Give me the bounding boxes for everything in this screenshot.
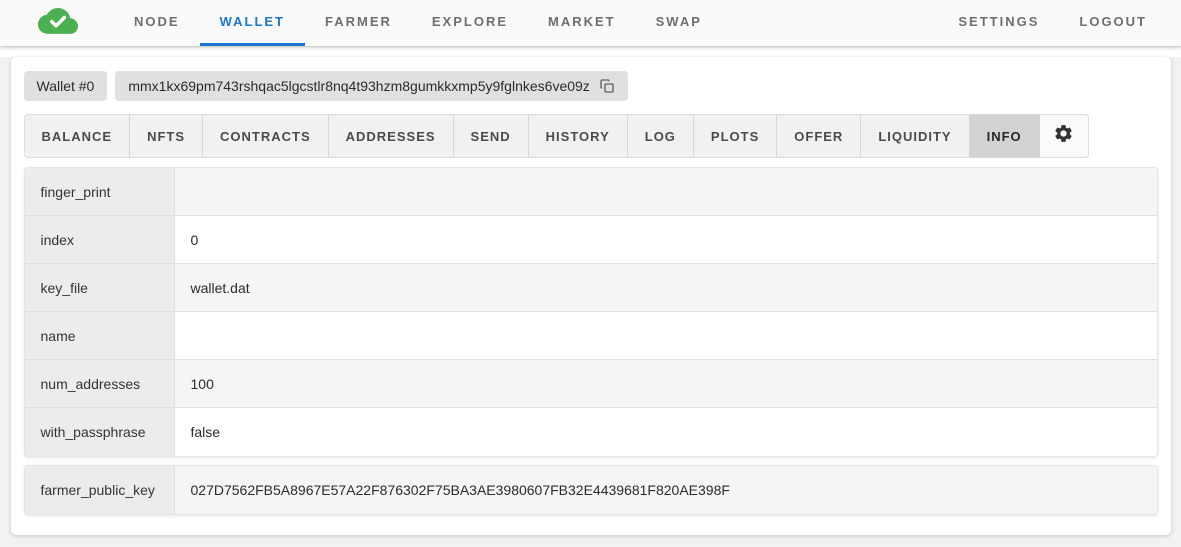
wallet-header: Wallet #0 mmx1kx69pm743rshqac5lgcstlr8nq… bbox=[24, 71, 1158, 101]
wallet-address-chip[interactable]: mmx1kx69pm743rshqac5lgcstlr8nq4t93hzm8gu… bbox=[115, 71, 627, 101]
main-nav: NODE WALLET FARMER EXPLORE MARKET SWAP bbox=[114, 0, 722, 46]
tab-history[interactable]: HISTORY bbox=[529, 115, 628, 157]
tab-balance[interactable]: BALANCE bbox=[25, 115, 131, 157]
tab-liquidity[interactable]: LIQUIDITY bbox=[861, 115, 969, 157]
row-key: key_file bbox=[25, 264, 175, 311]
nav-item-settings[interactable]: SETTINGS bbox=[938, 0, 1059, 46]
content-copy-icon[interactable] bbox=[599, 78, 615, 94]
row-value: 0 bbox=[175, 216, 1157, 263]
tab-send[interactable]: SEND bbox=[454, 115, 529, 157]
wallet-info-table: finger_print index 0 key_file wallet.dat… bbox=[24, 167, 1158, 457]
table-row: name bbox=[25, 312, 1157, 360]
right-nav: SETTINGS LOGOUT bbox=[938, 0, 1181, 46]
table-row: finger_print bbox=[25, 168, 1157, 216]
app-logo[interactable] bbox=[38, 0, 78, 46]
tab-nfts[interactable]: NFTS bbox=[130, 115, 203, 157]
wallet-card: Wallet #0 mmx1kx69pm743rshqac5lgcstlr8nq… bbox=[11, 57, 1171, 535]
table-row: key_file wallet.dat bbox=[25, 264, 1157, 312]
row-value: 027D7562FB5A8967E57A22F876302F75BA3AE398… bbox=[175, 466, 1157, 514]
settings-gear-button[interactable] bbox=[1040, 115, 1088, 157]
row-key: num_addresses bbox=[25, 360, 175, 407]
app-bar: NODE WALLET FARMER EXPLORE MARKET SWAP S… bbox=[0, 0, 1181, 46]
row-value bbox=[175, 312, 1157, 359]
nav-item-swap[interactable]: SWAP bbox=[636, 0, 722, 46]
nav-item-farmer[interactable]: FARMER bbox=[305, 0, 412, 46]
nav-item-wallet[interactable]: WALLET bbox=[200, 0, 305, 46]
nav-item-logout[interactable]: LOGOUT bbox=[1059, 0, 1167, 46]
wallet-number-chip[interactable]: Wallet #0 bbox=[24, 71, 108, 101]
row-value: wallet.dat bbox=[175, 264, 1157, 311]
row-key: finger_print bbox=[25, 168, 175, 215]
nav-item-market[interactable]: MARKET bbox=[528, 0, 636, 46]
row-key: index bbox=[25, 216, 175, 263]
tab-info[interactable]: INFO bbox=[970, 115, 1040, 157]
nav-item-node[interactable]: NODE bbox=[114, 0, 200, 46]
tab-log[interactable]: LOG bbox=[628, 115, 694, 157]
wallet-address: mmx1kx69pm743rshqac5lgcstlr8nq4t93hzm8gu… bbox=[128, 78, 589, 94]
table-row: index 0 bbox=[25, 216, 1157, 264]
nav-item-explore[interactable]: EXPLORE bbox=[412, 0, 528, 46]
page-content: Wallet #0 mmx1kx69pm743rshqac5lgcstlr8nq… bbox=[0, 57, 1181, 547]
tab-plots[interactable]: PLOTS bbox=[694, 115, 777, 157]
wallet-tabs: BALANCE NFTS CONTRACTS ADDRESSES SEND HI… bbox=[24, 114, 1089, 158]
cloud-check-icon bbox=[38, 7, 78, 39]
tab-addresses[interactable]: ADDRESSES bbox=[329, 115, 454, 157]
table-row: with_passphrase false bbox=[25, 408, 1157, 456]
tab-contracts[interactable]: CONTRACTS bbox=[203, 115, 329, 157]
row-value: 100 bbox=[175, 360, 1157, 407]
row-key: with_passphrase bbox=[25, 408, 175, 456]
row-key: farmer_public_key bbox=[25, 466, 175, 514]
row-value: false bbox=[175, 408, 1157, 456]
table-row: farmer_public_key 027D7562FB5A8967E57A22… bbox=[25, 466, 1157, 514]
settings-gear-icon bbox=[1053, 123, 1074, 149]
table-row: num_addresses 100 bbox=[25, 360, 1157, 408]
row-value bbox=[175, 168, 1157, 215]
row-key: name bbox=[25, 312, 175, 359]
tab-offer[interactable]: OFFER bbox=[777, 115, 861, 157]
farmer-public-key-table: farmer_public_key 027D7562FB5A8967E57A22… bbox=[24, 465, 1158, 515]
